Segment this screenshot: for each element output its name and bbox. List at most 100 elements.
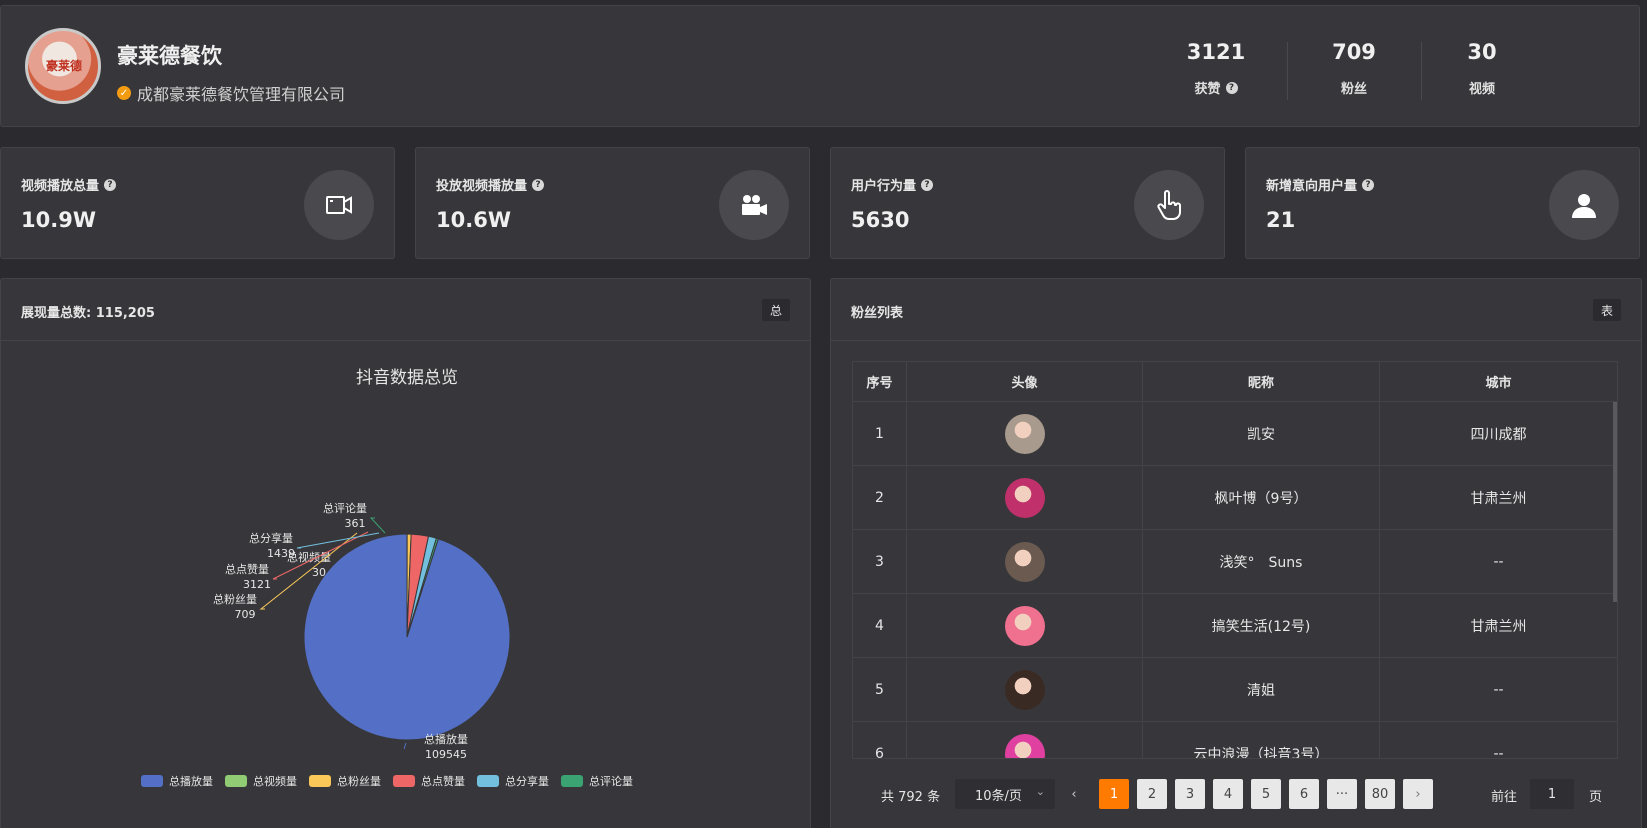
row-index: 2 bbox=[853, 466, 907, 529]
table-row: 4 搞笑生活(12号) 甘肃兰州 bbox=[853, 594, 1617, 658]
fan-city: 四川成都 bbox=[1470, 426, 1527, 443]
legend-swatch bbox=[561, 775, 583, 787]
metric-value: 21 bbox=[1266, 208, 1296, 232]
impressions-panel: 展现量总数: 115,205 总 抖音数据总览 总播放量 109545 总视频量 30 总… bbox=[0, 278, 811, 828]
legend-label: 总点赞量 bbox=[421, 774, 465, 788]
fan-avatar[interactable] bbox=[1004, 477, 1045, 518]
metric-card-promoted-plays: 投放视频播放量? 10.6W bbox=[415, 147, 810, 259]
metric-label: 用户行为量 bbox=[851, 179, 917, 194]
verified-company: ✓ 成都豪莱德餐饮管理有限公司 bbox=[117, 81, 345, 105]
fan-avatar[interactable] bbox=[1004, 733, 1045, 758]
fan-avatar[interactable] bbox=[1004, 605, 1045, 646]
user-icon bbox=[1549, 170, 1619, 240]
slice-label: 总播放量 bbox=[424, 732, 468, 746]
help-icon[interactable]: ? bbox=[1225, 81, 1238, 94]
fan-nickname: 搞笑生活(12号) bbox=[1143, 594, 1380, 657]
slice-label: 总分享量 bbox=[249, 531, 293, 545]
table-row: 1 凯安 四川成都 bbox=[853, 402, 1617, 466]
metric-card-new-users: 新增意向用户量? 21 bbox=[1245, 147, 1640, 259]
metric-label: 投放视频播放量 bbox=[436, 179, 528, 194]
fans-stat: 709 粉丝 bbox=[1289, 40, 1419, 97]
fan-avatar[interactable] bbox=[1004, 669, 1045, 710]
help-icon[interactable]: ? bbox=[1362, 178, 1375, 191]
leader-line bbox=[369, 517, 386, 534]
page-size-value: 10条/页 bbox=[975, 788, 1022, 804]
row-index: 1 bbox=[853, 402, 907, 465]
goto-label: 前往 bbox=[1491, 790, 1518, 805]
panel-header: 粉丝列表 表 bbox=[831, 279, 1641, 341]
table-header: 序号 头像 昵称 城市 bbox=[853, 362, 1617, 402]
column-header-avatar: 头像 bbox=[907, 362, 1143, 401]
slice-label: 总点赞量 bbox=[225, 562, 269, 576]
videos-count: 30 bbox=[1467, 40, 1497, 64]
fan-avatar-cell bbox=[907, 722, 1143, 758]
row-index: 4 bbox=[853, 594, 907, 657]
metric-label: 新增意向用户量 bbox=[1266, 179, 1358, 194]
fan-avatar-cell bbox=[907, 658, 1143, 721]
slice-value: 3121 bbox=[243, 578, 271, 591]
chevron-down-icon: ⌄ bbox=[1035, 785, 1045, 798]
table-scrollbar[interactable] bbox=[1613, 402, 1617, 602]
help-icon[interactable]: ? bbox=[921, 178, 934, 191]
profile-header: 豪莱德 豪莱德餐饮 ✓ 成都豪莱德餐饮管理有限公司 3121 获赞? 709 粉… bbox=[0, 5, 1640, 127]
company-avatar: 豪莱德 bbox=[25, 28, 101, 104]
legend-label: 总播放量 bbox=[169, 774, 213, 788]
legend-swatch bbox=[309, 775, 331, 787]
likes-stat: 3121 获赞? bbox=[1151, 40, 1281, 97]
column-header-index: 序号 bbox=[853, 362, 907, 401]
row-index: 6 bbox=[853, 722, 907, 758]
leader-line bbox=[403, 742, 407, 750]
likes-count: 3121 bbox=[1186, 40, 1246, 64]
legend-label: 总视频量 bbox=[253, 774, 297, 788]
page-size-select[interactable]: 10条/页 ⌄ bbox=[955, 779, 1055, 809]
pointer-hand-icon bbox=[1134, 170, 1204, 240]
table-row: 2 枫叶博（9号） 甘肃兰州 bbox=[853, 466, 1617, 530]
impressions-total: 展现量总数: 115,205 bbox=[21, 306, 155, 321]
row-index: 5 bbox=[853, 658, 907, 721]
table-row: 5 清姐 -- bbox=[853, 658, 1617, 722]
table-body: 1 凯安 四川成都 2 枫叶博（9号） 甘肃兰州 3 浅笑° Suns -- 4 搞笑生活(12号)… bbox=[853, 402, 1617, 759]
column-header-nickname: 昵称 bbox=[1143, 362, 1380, 401]
fan-city: -- bbox=[1493, 745, 1504, 759]
videos-label: 视频 bbox=[1468, 82, 1495, 97]
next-page-button[interactable]: › bbox=[1403, 779, 1433, 809]
page-button[interactable]: 2 bbox=[1137, 779, 1167, 809]
row-index: 3 bbox=[853, 530, 907, 593]
metric-value: 10.9W bbox=[21, 208, 96, 232]
divider bbox=[1287, 42, 1288, 100]
column-header-city: 城市 bbox=[1485, 376, 1512, 391]
page-button[interactable]: 3 bbox=[1175, 779, 1205, 809]
page-button[interactable]: 1 bbox=[1099, 779, 1129, 809]
fans-table: 序号 头像 昵称 城市 1 凯安 四川成都 2 枫叶博（9号） 甘肃兰州 3 浅笑° Suns… bbox=[852, 361, 1618, 759]
fan-city: 甘肃兰州 bbox=[1470, 490, 1527, 507]
page-button[interactable]: 4 bbox=[1213, 779, 1243, 809]
fan-city: -- bbox=[1493, 553, 1504, 570]
fan-avatar-cell bbox=[907, 402, 1143, 465]
help-icon[interactable]: ? bbox=[104, 178, 117, 191]
slice-label: 总粉丝量 bbox=[213, 592, 257, 606]
page-button[interactable]: 80 bbox=[1365, 779, 1395, 809]
metric-label: 视频播放总量 bbox=[21, 179, 100, 194]
table-row: 6 云中浪漫（抖音3号） -- bbox=[853, 722, 1617, 759]
fan-avatar-cell bbox=[907, 466, 1143, 529]
page-button[interactable]: 5 bbox=[1251, 779, 1281, 809]
help-icon[interactable]: ? bbox=[532, 178, 545, 191]
fan-avatar[interactable] bbox=[1004, 413, 1045, 454]
videos-stat: 30 视频 bbox=[1417, 40, 1547, 97]
more-pages-button[interactable]: ··· bbox=[1327, 779, 1357, 809]
fans-label: 粉丝 bbox=[1340, 82, 1367, 97]
goto-page-input[interactable]: 1 bbox=[1530, 779, 1574, 809]
fan-city: -- bbox=[1493, 681, 1504, 698]
fan-avatar[interactable] bbox=[1004, 541, 1045, 582]
metric-value: 10.6W bbox=[436, 208, 511, 232]
prev-page-button[interactable]: ‹ bbox=[1059, 779, 1089, 809]
legend-swatch bbox=[225, 775, 247, 787]
page-suffix: 页 bbox=[1589, 790, 1603, 805]
douyin-overview-pie-chart: 抖音数据总览总播放量 109545 总视频量 30 总粉丝量 709 总点赞量 3121 总分享… bbox=[141, 368, 633, 788]
table-tag[interactable]: 表 bbox=[1593, 299, 1621, 321]
total-tag[interactable]: 总 bbox=[762, 299, 790, 321]
page-button[interactable]: 6 bbox=[1289, 779, 1319, 809]
slice-value: 709 bbox=[235, 608, 256, 621]
slice-value: 1439 bbox=[267, 547, 295, 560]
pagination: 共 792 条 10条/页 ⌄ ‹ 1 2 3 4 5 6 ··· 80 › 前往 1 页 bbox=[831, 779, 1643, 809]
